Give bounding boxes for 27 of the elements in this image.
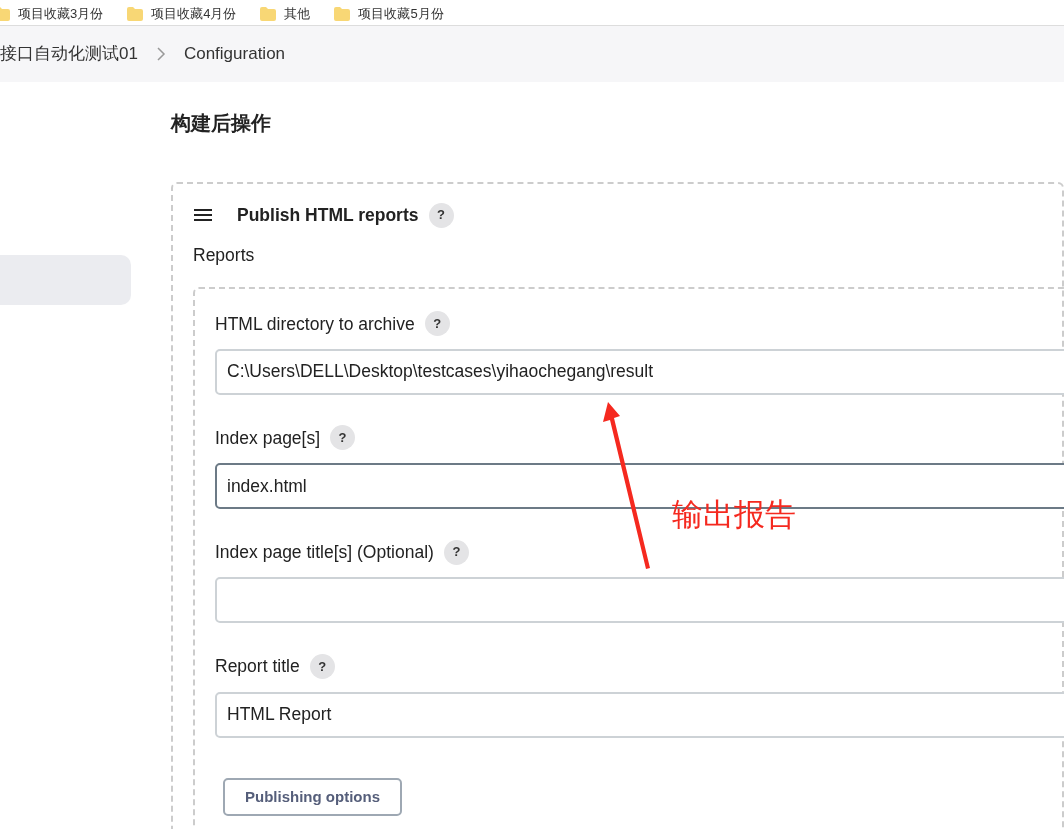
field-label: HTML directory to archive	[215, 312, 415, 336]
folder-icon	[127, 6, 144, 21]
field-label: Index page[s]	[215, 426, 321, 450]
field-label: Report title	[215, 655, 300, 679]
input-field[interactable]	[215, 577, 1064, 624]
step-title: Publish HTML reports	[237, 204, 419, 227]
breadcrumb-link[interactable]: 接口自动化测试01	[0, 41, 138, 67]
help-button[interactable]: ?	[424, 311, 450, 337]
drag-handle-icon[interactable]	[193, 208, 213, 223]
bookmark-link[interactable]: 项目收藏5月份	[358, 4, 444, 24]
field-label: Index page title[s] (Optional)	[215, 541, 434, 564]
folder-icon	[334, 6, 351, 21]
bookmark-link[interactable]: 项目收藏4月份	[151, 4, 237, 24]
breadcrumb-link[interactable]: Configuration	[183, 41, 286, 67]
bookmark-link[interactable]: 项目收藏3月份	[18, 4, 104, 24]
section-title: 构建后操作	[171, 111, 272, 136]
help-button[interactable]: ?	[309, 653, 335, 679]
chevron-icon	[155, 46, 166, 62]
input-field[interactable]: C:\Users\DELL\Desktop\testcases\yihaochegang\result	[215, 348, 1064, 395]
options-button[interactable]: Publishing options	[223, 777, 402, 816]
folder-icon	[260, 6, 277, 21]
help-button[interactable]: ?	[428, 202, 454, 228]
input-field[interactable]: HTML Report	[215, 691, 1064, 738]
help-button[interactable]: ?	[330, 425, 356, 451]
bookmark-link[interactable]: 其他	[284, 4, 311, 24]
reports-label: Reports	[193, 244, 256, 268]
help-button[interactable]: ?	[443, 539, 469, 565]
